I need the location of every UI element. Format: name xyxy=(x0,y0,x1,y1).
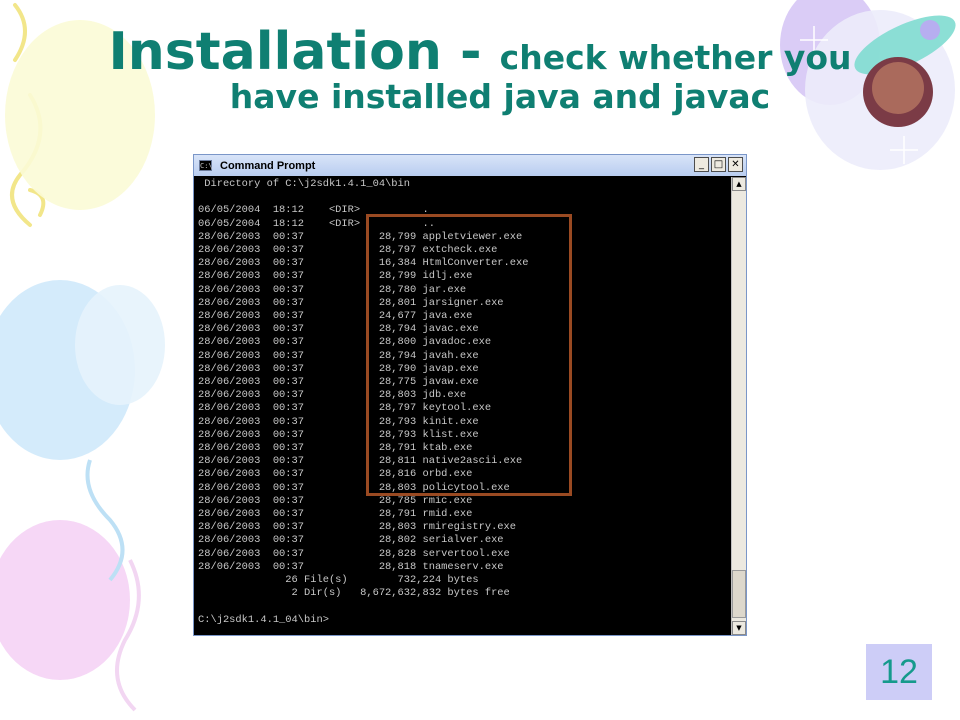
window-titlebar[interactable]: C:\ Command Prompt _ □ ✕ xyxy=(194,155,746,176)
slide-title-main: Installation - xyxy=(108,22,500,82)
slide-title-rest: check whether you xyxy=(499,38,852,77)
close-button[interactable]: ✕ xyxy=(728,157,743,172)
console-line: 28/06/2003 00:37 28,802 serialver.exe xyxy=(198,534,504,547)
console-line: 2 Dir(s) 8,672,632,832 bytes free xyxy=(198,587,510,600)
window-title: Command Prompt xyxy=(220,159,316,172)
console-line: 26 File(s) 732,224 bytes xyxy=(198,574,479,587)
minimize-button[interactable]: _ xyxy=(694,157,709,172)
console-line: C:\j2sdk1.4.1_04\bin> xyxy=(198,613,329,626)
scroll-up-button[interactable]: ▲ xyxy=(732,177,746,191)
slide-title: Installation - check whether you have in… xyxy=(0,26,960,113)
scroll-thumb[interactable] xyxy=(732,570,746,618)
window-controls: _ □ ✕ xyxy=(694,157,743,172)
executables-highlight-box xyxy=(366,214,572,496)
slide-number: 12 xyxy=(866,644,932,700)
console-line: 28/06/2003 00:37 28,828 servertool.exe xyxy=(198,547,510,560)
cmd-window-icon: C:\ xyxy=(199,160,213,171)
console-line: 28/06/2003 00:37 28,803 rmiregistry.exe xyxy=(198,521,517,534)
console-line: Directory of C:\j2sdk1.4.1_04\bin xyxy=(198,178,411,190)
slide-title-line2: have installed java and javac xyxy=(229,77,771,116)
scroll-down-button[interactable]: ▼ xyxy=(732,621,746,635)
maximize-button[interactable]: □ xyxy=(711,157,726,172)
vertical-scrollbar[interactable]: ▲ ▼ xyxy=(731,177,746,635)
console-line: 28/06/2003 00:37 28,785 rmic.exe xyxy=(198,494,473,507)
console-line: 28/06/2003 00:37 28,818 tnameserv.exe xyxy=(198,560,504,573)
console-line: 28/06/2003 00:37 28,791 rmid.exe xyxy=(198,508,473,521)
